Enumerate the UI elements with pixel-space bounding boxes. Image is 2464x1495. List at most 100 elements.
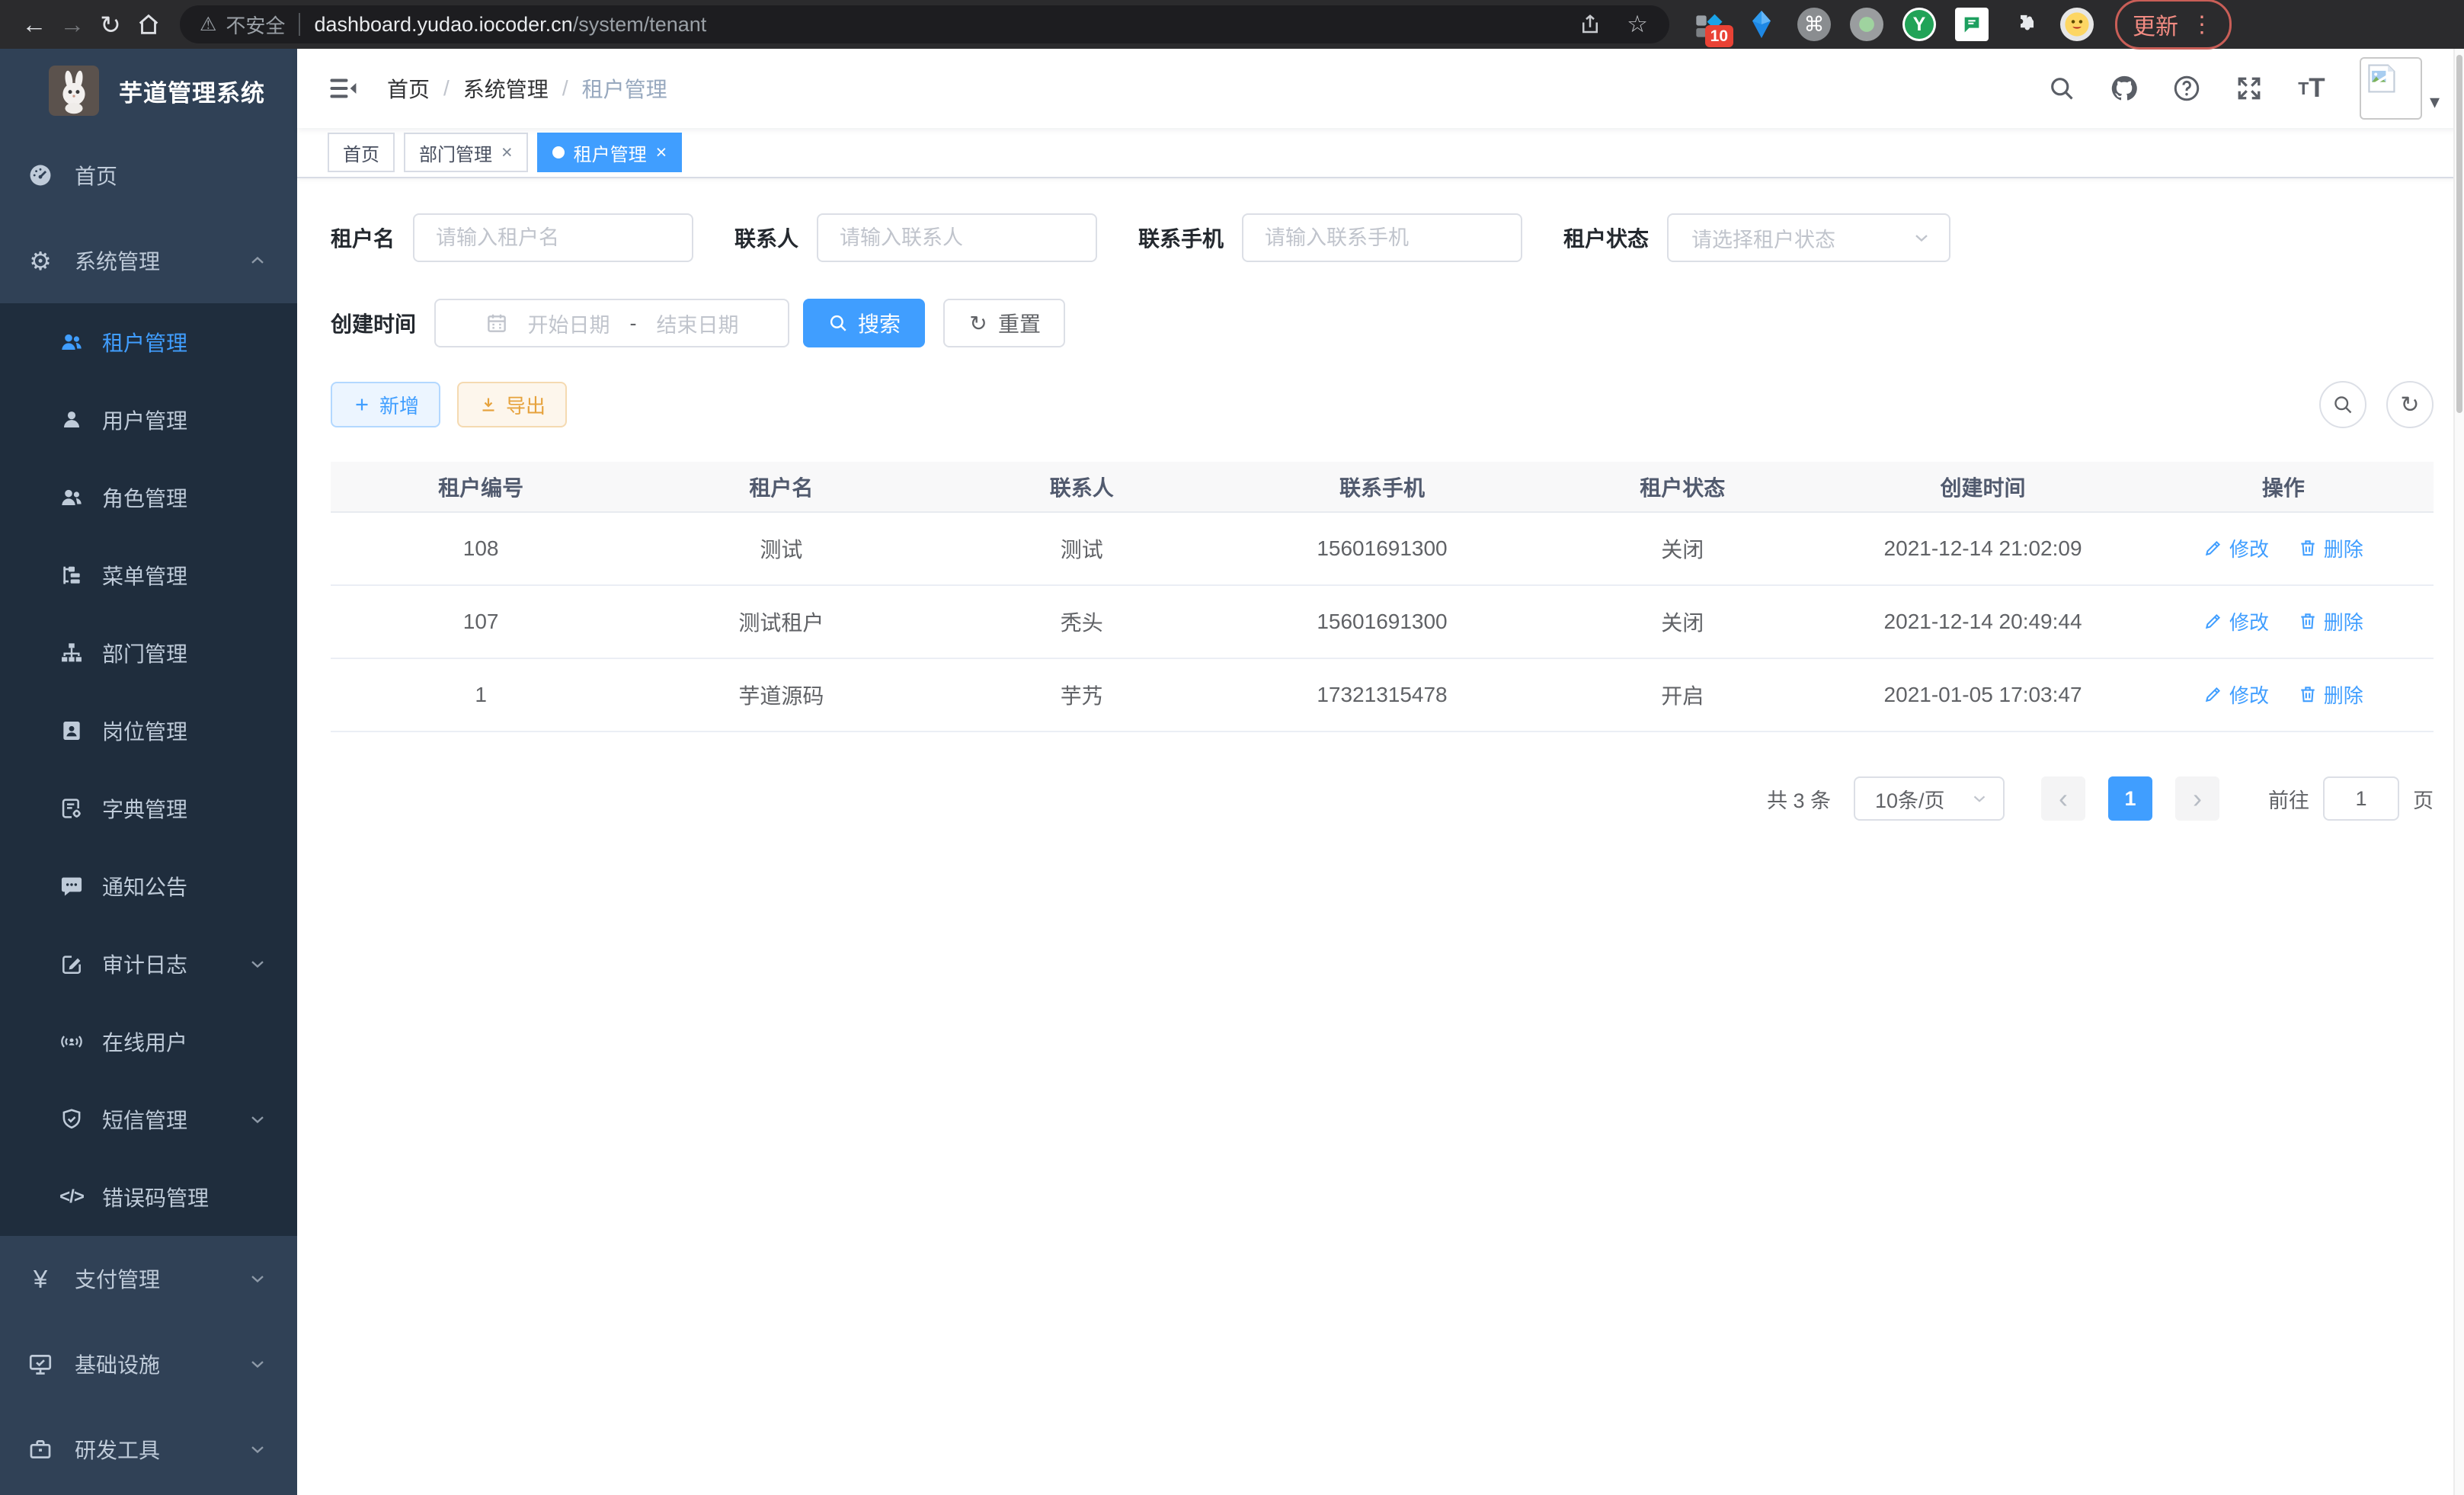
sidebar-item-dev-tools[interactable]: 研发工具 [0,1407,297,1492]
sidebar-item-home[interactable]: 首页 [0,133,297,218]
extension-y-icon[interactable]: Y [1902,8,1936,41]
extensions-puzzle-icon[interactable] [2008,8,2041,41]
tag-dept[interactable]: 部门管理 × [404,133,528,172]
edit-link[interactable]: 修改 [2203,680,2269,709]
user-avatar[interactable] [2360,57,2422,120]
back-icon[interactable]: ← [15,5,53,43]
forward-icon[interactable]: → [53,5,91,43]
logo[interactable]: 芋道管理系统 [0,49,297,133]
close-icon[interactable]: × [501,142,513,164]
avatar-caret-icon[interactable]: ▾ [2430,90,2440,114]
sidebar-item-label: 部门管理 [102,638,187,668]
sidebar-item-dict[interactable]: 字典管理 [0,770,297,847]
pagination: 共 3 条 10条/页 ‹ 1 › 前往 页 [331,776,2434,821]
monitor-icon [27,1351,53,1377]
sidebar-item-role[interactable]: 角色管理 [0,459,297,536]
hide-search-button[interactable] [2319,381,2366,428]
font-size-icon[interactable]: TT [2297,74,2326,103]
tag-home[interactable]: 首页 [328,133,395,172]
col-contact: 联系人 [932,462,1232,512]
extension-command-icon[interactable]: ⌘ [1797,8,1831,41]
status-select[interactable]: 请选择租户状态 [1667,213,1950,262]
scrollbar-thumb[interactable] [2456,55,2462,413]
chevron-down-icon [1911,227,1932,248]
delete-link[interactable]: 删除 [2298,534,2363,562]
sidebar-item-infra[interactable]: 基础设施 [0,1321,297,1407]
sidebar-item-user[interactable]: 用户管理 [0,381,297,459]
chrome-menu-icon[interactable]: ⋮ [2190,11,2214,38]
sidebar-item-dept[interactable]: 部门管理 [0,614,297,692]
sidebar-item-pay[interactable]: ¥ 支付管理 [0,1236,297,1321]
share-icon[interactable] [1578,12,1602,37]
address-bar[interactable]: ⚠ 不安全 dashboard.yudao.iocoder.cn/system/… [180,5,1669,43]
edit-link[interactable]: 修改 [2203,534,2269,562]
delete-link[interactable]: 删除 [2298,607,2363,635]
user-icon [59,408,84,432]
extension-dot-icon[interactable] [1850,8,1883,41]
refresh-button[interactable]: ↻ [2386,381,2434,428]
breadcrumb-system[interactable]: 系统管理 [463,73,549,104]
sidebar-item-audit-log[interactable]: 审计日志 [0,925,297,1003]
sidebar-toggle-icon[interactable] [326,72,360,105]
contact-input[interactable] [817,213,1097,262]
prev-page-button[interactable]: ‹ [2041,776,2085,821]
mobile-input[interactable] [1242,213,1522,262]
sidebar-item-label: 菜单管理 [102,560,187,591]
online-icon [59,1029,84,1054]
tree-icon [59,641,84,665]
page-size-select[interactable]: 10条/页 [1854,776,2005,821]
table-tools: ↻ [2319,381,2434,428]
extensions-area: 10 ⌘ Y [1692,8,2094,41]
edit-link[interactable]: 修改 [2203,607,2269,635]
search-button[interactable]: 搜索 [803,299,925,347]
trash-icon [2298,538,2318,558]
current-page-button[interactable]: 1 [2108,776,2152,821]
fullscreen-icon[interactable] [2235,74,2264,103]
sidebar-item-system[interactable]: ⚙ 系统管理 [0,218,297,303]
sidebar-item-menu[interactable]: 菜单管理 [0,536,297,614]
sidebar-item-tenant[interactable]: 租户管理 [0,303,297,381]
sidebar-item-sms[interactable]: 短信管理 [0,1080,297,1158]
sidebar-item-error-code[interactable]: </> 错误码管理 [0,1158,297,1236]
col-status: 租户状态 [1532,462,1832,512]
extension-chat-icon[interactable] [1955,8,1989,41]
reset-button[interactable]: ↻ 重置 [943,299,1065,347]
sidebar-item-label: 研发工具 [75,1434,160,1465]
status-text: 关闭 [1532,512,1832,585]
search-icon [2331,393,2354,416]
delete-link[interactable]: 删除 [2298,680,2363,709]
security-label[interactable]: 不安全 [226,11,285,39]
home-icon[interactable] [130,5,168,43]
trash-icon [2298,684,2318,704]
status-text: 关闭 [1532,585,1832,658]
tenant-name-input[interactable] [413,213,693,262]
next-page-button[interactable]: › [2175,776,2219,821]
breadcrumb-home[interactable]: 首页 [387,73,430,104]
profile-avatar-icon[interactable] [2060,8,2094,41]
page-jump-input[interactable] [2323,776,2399,821]
reload-icon[interactable]: ↻ [91,5,130,43]
active-dot [552,146,565,158]
chrome-update-button[interactable]: 更新 ⋮ [2115,0,2232,50]
refresh-icon: ↻ [968,312,989,334]
extension-tabs-icon[interactable]: 10 [1692,8,1726,41]
tag-tenant[interactable]: 租户管理 × [537,133,683,172]
tenant-name-label: 租户名 [331,222,395,253]
date-range-picker[interactable]: 开始日期 - 结束日期 [434,299,789,347]
header-search-icon[interactable] [2047,74,2076,103]
sidebar-item-post[interactable]: 岗位管理 [0,692,297,770]
close-icon[interactable]: × [656,142,667,164]
chevron-down-icon [247,1268,268,1289]
add-button[interactable]: 新增 [331,382,440,427]
export-button[interactable]: 导出 [457,382,567,427]
extension-kite-icon[interactable] [1745,8,1778,41]
github-icon[interactable] [2110,74,2139,103]
sidebar-item-notice[interactable]: 通知公告 [0,847,297,925]
bookmark-star-icon[interactable]: ☆ [1625,12,1650,37]
search-icon [827,312,849,334]
help-doc-icon[interactable] [2172,74,2201,103]
table-toolbar: 新增 导出 [331,381,2434,428]
main-area: 首页 / 系统管理 / 租户管理 [297,49,2464,1495]
status-label: 租户状态 [1563,222,1649,253]
sidebar-item-online-user[interactable]: 在线用户 [0,1003,297,1080]
